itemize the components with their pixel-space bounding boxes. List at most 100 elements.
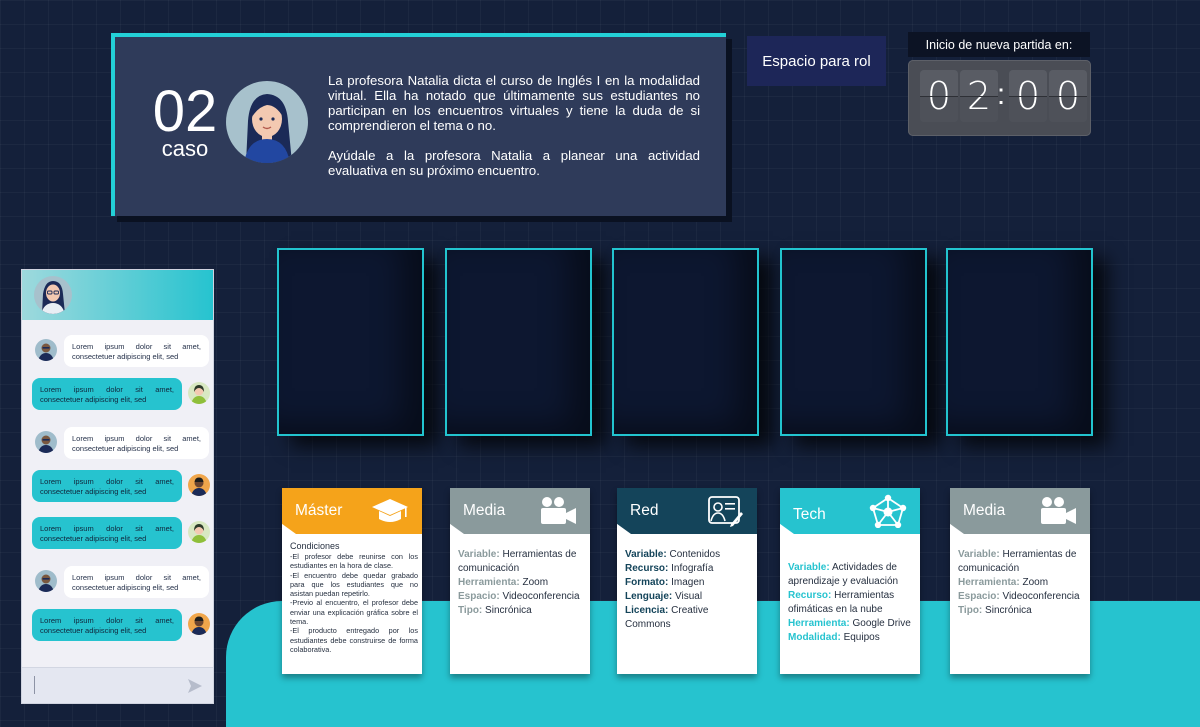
chat-contact-avatar[interactable] bbox=[34, 276, 72, 314]
field-key: Modalidad: bbox=[788, 632, 841, 643]
chat-message: Lorem ipsum dolor sit amet, consectetuer… bbox=[22, 427, 213, 463]
case-number: 02 bbox=[152, 79, 218, 144]
card-body: Variable: Contenidos Recurso: Infografía… bbox=[625, 548, 753, 632]
teacher-avatar bbox=[226, 81, 308, 163]
user-avatar bbox=[35, 570, 57, 592]
card-drop-slot-4[interactable] bbox=[780, 248, 927, 436]
field-key: Recurso: bbox=[788, 590, 832, 601]
card-drop-slot-1[interactable] bbox=[277, 248, 424, 436]
card-tech[interactable]: Tech Variable: Actividades de aprendizaj… bbox=[780, 488, 920, 674]
field-key: Herramienta: bbox=[958, 577, 1020, 588]
card-drop-slot-5[interactable] bbox=[946, 248, 1093, 436]
field-value: Videoconferencia bbox=[1002, 591, 1080, 602]
field-value: Imagen bbox=[671, 577, 705, 588]
timer-digit: 0 bbox=[920, 70, 958, 122]
chat-header bbox=[22, 270, 213, 320]
card-title: Media bbox=[963, 502, 1006, 519]
condition-item: -El encuentro debe quedar grabado para q… bbox=[290, 570, 418, 599]
user-avatar bbox=[188, 521, 210, 543]
timer-label: Inicio de nueva partida en: bbox=[908, 32, 1090, 57]
condition-item: -Previo al encuentro, el profesor debe e… bbox=[290, 598, 418, 627]
card-body: Variable: Herramientas de comunicación H… bbox=[958, 548, 1086, 618]
case-paragraph-2: Ayúdale a la profesora Natalia a planear… bbox=[328, 148, 700, 178]
message-bubble: Lorem ipsum dolor sit amet, consectetuer… bbox=[32, 609, 182, 641]
text-cursor bbox=[34, 676, 35, 694]
field-value: Equipos bbox=[843, 632, 880, 643]
countdown-timer: 0 2 : 0 0 bbox=[908, 60, 1091, 136]
card-body: Condiciones -El profesor debe reunirse c… bbox=[290, 540, 418, 654]
video-camera-icon bbox=[541, 497, 576, 524]
field-value: Sincrónica bbox=[485, 605, 532, 616]
chat-panel: Lorem ipsum dolor sit amet, consectetuer… bbox=[21, 269, 214, 704]
case-description: La profesora Natalia dicta el curso de I… bbox=[328, 73, 700, 178]
chat-message: Lorem ipsum dolor sit amet, consectetuer… bbox=[22, 378, 213, 414]
message-bubble: Lorem ipsum dolor sit amet, consectetuer… bbox=[32, 517, 182, 549]
chat-input[interactable] bbox=[22, 667, 213, 703]
chat-message: Lorem ipsum dolor sit amet, consectetuer… bbox=[22, 566, 213, 602]
document-user-icon bbox=[708, 496, 743, 527]
user-avatar bbox=[188, 382, 210, 404]
message-bubble: Lorem ipsum dolor sit amet, consectetuer… bbox=[64, 566, 209, 598]
card-body: Variable: Actividades de aprendizaje y e… bbox=[788, 561, 916, 645]
chat-message: Lorem ipsum dolor sit amet, consectetuer… bbox=[22, 517, 213, 553]
field-value: Google Drive bbox=[852, 618, 911, 629]
card-title: Tech bbox=[793, 506, 826, 523]
field-value: Infografía bbox=[671, 563, 714, 574]
graduation-cap-icon bbox=[372, 499, 408, 522]
field-key: Lenguaje: bbox=[625, 591, 673, 602]
role-space-button[interactable]: Espacio para rol bbox=[747, 36, 886, 86]
field-key: Variable: bbox=[958, 549, 1000, 560]
field-key: Licencia: bbox=[625, 605, 669, 616]
message-bubble: Lorem ipsum dolor sit amet, consectetuer… bbox=[64, 427, 209, 459]
user-avatar bbox=[188, 613, 210, 635]
card-red[interactable]: Red Variable: Contenidos Recurso: Infogr… bbox=[617, 488, 757, 674]
card-drop-slot-3[interactable] bbox=[612, 248, 759, 436]
timer-separator: : bbox=[996, 78, 1006, 111]
field-key: Espacio: bbox=[458, 591, 500, 602]
case-paragraph-1: La profesora Natalia dicta el curso de I… bbox=[328, 73, 700, 133]
case-label: caso bbox=[161, 136, 209, 161]
message-bubble: Lorem ipsum dolor sit amet, consectetuer… bbox=[32, 470, 182, 502]
field-key: Tipo: bbox=[958, 605, 983, 616]
timer-digit: 0 bbox=[1049, 70, 1087, 122]
case-panel: 02 caso La profesora Natalia dicta el cu… bbox=[111, 33, 726, 216]
field-key: Variable: bbox=[458, 549, 500, 560]
field-value: Visual bbox=[675, 591, 703, 602]
field-key: Tipo: bbox=[458, 605, 483, 616]
field-key: Recurso: bbox=[625, 563, 669, 574]
field-key: Formato: bbox=[625, 577, 669, 588]
field-key: Variable: bbox=[625, 549, 667, 560]
send-icon[interactable] bbox=[187, 678, 203, 694]
chat-message: Lorem ipsum dolor sit amet, consectetuer… bbox=[22, 609, 213, 645]
condition-item: -El producto entregado por los estudiant… bbox=[290, 626, 418, 654]
field-value: Contenidos bbox=[669, 549, 721, 560]
user-avatar bbox=[35, 431, 57, 453]
message-bubble: Lorem ipsum dolor sit amet, consectetuer… bbox=[32, 378, 182, 410]
field-value: Videoconferencia bbox=[502, 591, 580, 602]
card-drop-slot-2[interactable] bbox=[445, 248, 592, 436]
field-key: Variable: bbox=[788, 562, 830, 573]
chat-message: Lorem ipsum dolor sit amet, consectetuer… bbox=[22, 335, 213, 371]
card-title: Red bbox=[630, 502, 659, 519]
card-title: Máster bbox=[295, 502, 343, 519]
field-key: Herramienta: bbox=[458, 577, 520, 588]
field-key: Espacio: bbox=[958, 591, 1000, 602]
conditions-title: Condiciones bbox=[290, 541, 340, 551]
card-body: Variable: Herramientas de comunicación H… bbox=[458, 548, 586, 618]
video-camera-icon bbox=[1041, 497, 1076, 524]
card-media-1[interactable]: Media Variable: Herramientas de comunica… bbox=[450, 488, 590, 674]
timer-digit: 0 bbox=[1009, 70, 1047, 122]
card-title: Media bbox=[463, 502, 506, 519]
condition-item: -El profesor debe reunirse con los estud… bbox=[290, 552, 418, 571]
network-icon bbox=[869, 494, 907, 528]
message-bubble: Lorem ipsum dolor sit amet, consectetuer… bbox=[64, 335, 209, 367]
card-media-2[interactable]: Media Variable: Herramientas de comunica… bbox=[950, 488, 1090, 674]
field-value: Sincrónica bbox=[985, 605, 1032, 616]
field-value: Zoom bbox=[522, 577, 549, 588]
chat-message: Lorem ipsum dolor sit amet, consectetuer… bbox=[22, 470, 213, 506]
user-avatar bbox=[188, 474, 210, 496]
field-key: Herramienta: bbox=[788, 618, 850, 629]
user-avatar bbox=[35, 339, 57, 361]
timer-digit: 2 bbox=[960, 70, 998, 122]
card-master[interactable]: Máster Condiciones -El profesor debe reu… bbox=[282, 488, 422, 674]
